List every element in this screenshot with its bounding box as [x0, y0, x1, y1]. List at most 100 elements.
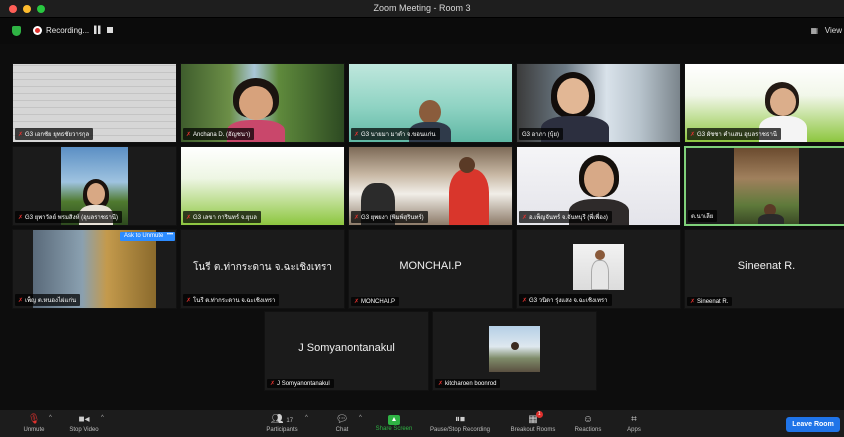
window-title: Zoom Meeting - Room 3: [373, 3, 471, 13]
view-button[interactable]: View: [825, 26, 842, 35]
participant-tile[interactable]: ✗ kitcharoen boonrod: [432, 311, 597, 391]
participant-tile[interactable]: ✗ G3 ผัชชา คำแสน อุบลราชธานี: [684, 63, 844, 143]
more-options-button[interactable]: •••: [165, 232, 175, 241]
person-face: [239, 86, 273, 120]
participant-tile[interactable]: Sineenat R. ✗ Sineenat R.: [684, 229, 844, 309]
chat-button[interactable]: 💬︎ Chat: [312, 413, 372, 433]
mic-muted-icon: ✗: [186, 131, 192, 138]
person-body: [449, 169, 489, 225]
person-face: [770, 88, 796, 116]
person-face: [511, 342, 519, 350]
apps-button[interactable]: ⌗ Apps: [604, 413, 664, 433]
gallery-view: ✗ G3 เอกชัย ยุทธชัยวารกุล ✗ Anchana D. (อั…: [0, 44, 844, 410]
pause-recording-icon[interactable]: ▌▌: [94, 27, 103, 34]
recording-icon: [33, 26, 42, 35]
participant-display-name: J Somyanontanakul: [298, 342, 395, 354]
participant-display-name: MONCHAI.P: [399, 260, 462, 272]
participant-tile[interactable]: ✗ G3 เอกชัย ยุทธชัยวารกุล: [12, 63, 177, 143]
participant-name-tag: ต.นาเลีย: [688, 210, 718, 222]
ask-to-unmute-button[interactable]: Ask to Unmute: [120, 232, 168, 241]
person-face: [459, 157, 475, 173]
window-titlebar: Zoom Meeting - Room 3: [0, 0, 844, 18]
participant-tile[interactable]: MONCHAI.P ✗ MONCHAI.P: [348, 229, 513, 309]
participant-name-tag: ✗ G3 ยุพาวัลย์ พรมสิงห์ (อุบลราชธานี): [15, 211, 122, 223]
mic-muted-icon: ✗: [186, 297, 192, 304]
recording-label: Recording...: [46, 26, 90, 35]
participant-name-tag: ✗ เพ็ญ ต.หนองไผ่แก่น: [15, 294, 81, 306]
person-face: [584, 161, 614, 197]
reactions-smiley-icon: ☺︎: [582, 414, 594, 425]
mic-muted-icon: ✗: [354, 131, 360, 138]
view-grid-icon[interactable]: ▦: [810, 26, 818, 35]
participant-name-tag: ✗ Sineenat R.: [687, 297, 733, 306]
mic-muted-icon: ✗: [438, 381, 444, 387]
apps-grid-icon: ⌗: [631, 414, 637, 425]
participant-tile[interactable]: ✗ G3 นายมา มาตำ จ.ขอนแก่น: [348, 63, 513, 143]
person-body: [758, 214, 784, 224]
audio-options-caret[interactable]: ^: [49, 415, 52, 421]
chat-bubble-icon: 💬︎: [335, 414, 349, 425]
participant-name-tag: ✗ G3 เลขา การินทร์ จ.ยุบล: [183, 211, 261, 223]
participant-name-tag: ✗ MONCHAI.P: [351, 297, 400, 306]
participant-tile[interactable]: ✗ Anchana D. (อัญชนา): [180, 63, 345, 143]
mic-muted-icon: ✗: [186, 214, 192, 221]
mic-muted-icon: ✗: [18, 131, 24, 138]
participant-tile[interactable]: โนรี ต.ท่ากระดาน จ.ฉะเชิงเทรา ✗ โนรี ต.ท่…: [180, 229, 345, 309]
participant-tile[interactable]: ✗ G3 วนิดา รุ่งแสง จ.ฉะเชิงเทรา: [516, 229, 681, 309]
participant-tile[interactable]: ✗ อ.เพ็ญจันทร์ จ.จันทบุรี (พี่เพื่อง): [516, 146, 681, 226]
participant-tile[interactable]: ✗ G3 ยุพาวัลย์ พรมสิงห์ (อุบลราชธานี): [12, 146, 177, 226]
mic-muted-icon: ✗: [18, 214, 24, 221]
participant-name-tag: ✗ kitcharoen boonrod: [435, 379, 501, 388]
meeting-toolbar: 🎙︎ Unmute ^ ■◂ Stop Video ^ 👥︎ 17 Partic…: [0, 410, 844, 437]
participants-button[interactable]: 👥︎ 17 Participants: [252, 413, 312, 433]
participant-tile[interactable]: J Somyanontanakul ✗ J Somyanontanakul: [264, 311, 429, 391]
mic-muted-icon: ✗: [18, 297, 24, 304]
participant-name-tag: ✗ G3 ยุพยงา (พิมพ์สุรินทร์): [351, 211, 428, 223]
participants-options-caret[interactable]: ^: [305, 415, 308, 421]
participant-tile[interactable]: ✗ G3 เลขา การินทร์ จ.ยุบล: [180, 146, 345, 226]
participant-display-name: Sineenat R.: [737, 260, 796, 272]
stop-recording-icon[interactable]: [107, 27, 113, 33]
mic-muted-icon: ✗: [690, 131, 696, 138]
participants-icon: 👥︎ 17: [270, 414, 294, 425]
notification-badge: 1: [535, 411, 543, 418]
breakout-rooms-button[interactable]: ▦ 1 Breakout Rooms: [503, 411, 563, 433]
mic-muted-icon: ✗: [354, 214, 360, 221]
share-screen-button[interactable]: Share Screen: [364, 413, 424, 432]
participant-tile[interactable]: G3 อาภา (บุ้ย): [516, 63, 681, 143]
person-body: [591, 260, 609, 290]
microphone-muted-icon: 🎙︎: [27, 414, 41, 425]
mic-muted-icon: ✗: [354, 299, 360, 305]
participant-name-tag: ✗ G3 เอกชัย ยุทธชัยวารกุล: [15, 128, 94, 140]
pause-stop-recording-button[interactable]: ⏸︎⏹︎ Pause/Stop Recording: [430, 413, 490, 433]
stop-video-button[interactable]: ■◂ Stop Video: [54, 413, 114, 433]
chat-options-caret[interactable]: ^: [359, 415, 362, 421]
participant-name-tag: ✗ อ.เพ็ญจันทร์ จ.จันทบุรี (พี่เพื่อง): [519, 211, 612, 223]
security-shield-icon[interactable]: [12, 26, 21, 36]
video-options-caret[interactable]: ^: [101, 415, 104, 421]
participant-display-name: โนรี ต.ท่ากระดาน จ.ฉะเชิงเทรา: [193, 262, 332, 273]
participant-tile[interactable]: Ask to Unmute ••• ✗ เพ็ญ ต.หนองไผ่แก่น: [12, 229, 177, 309]
participant-tile[interactable]: ✗ G3 ยุพยงา (พิมพ์สุรินทร์): [348, 146, 513, 226]
participant-tile-active-speaker[interactable]: ต.นาเลีย: [684, 146, 844, 226]
leave-room-button[interactable]: Leave Room: [786, 417, 840, 432]
person-face: [87, 183, 105, 205]
participant-name-tag: ✗ G3 นายมา มาตำ จ.ขอนแก่น: [351, 128, 440, 140]
participant-name-tag: ✗ G3 ผัชชา คำแสน อุบลราชธานี: [687, 128, 781, 140]
mic-muted-icon: ✗: [270, 381, 276, 387]
meeting-status-bar: Recording... ▌▌ ▦ View: [0, 18, 844, 44]
participant-name-tag: ✗ J Somyanontanakul: [267, 379, 334, 388]
person-face: [557, 78, 589, 114]
share-screen-icon: [388, 415, 400, 425]
person-face: [419, 100, 441, 124]
mic-muted-icon: ✗: [522, 214, 528, 221]
person-face: [595, 250, 605, 260]
participant-name-tag: ✗ โนรี ต.ท่ากระดาน จ.ฉะเชิงเทรา: [183, 294, 280, 306]
participant-name-tag: ✗ G3 วนิดา รุ่งแสง จ.ฉะเชิงเทรา: [519, 294, 612, 306]
breakout-rooms-icon: ▦ 1: [528, 411, 543, 426]
pause-stop-icon: ⏸︎⏹︎: [455, 414, 465, 425]
mic-muted-icon: ✗: [690, 299, 696, 305]
participant-name-tag: ✗ Anchana D. (อัญชนา): [183, 128, 255, 140]
participant-name-tag: G3 อาภา (บุ้ย): [519, 128, 563, 140]
mic-muted-icon: ✗: [522, 297, 528, 304]
